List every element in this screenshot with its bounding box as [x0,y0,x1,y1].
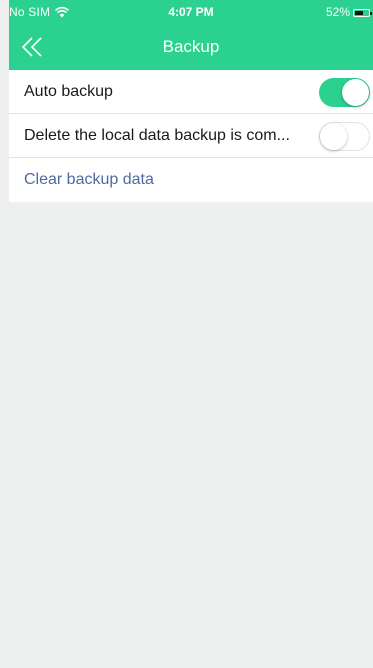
delete-local-backup-row: Delete the local data backup is com... [9,114,373,158]
clear-backup-row[interactable]: Clear backup data [9,158,373,202]
status-time: 4:07 PM [168,5,214,19]
battery-indicator: 52% [326,0,373,24]
status-bar: No SIM 4:07 PM 52% [9,0,373,24]
page-title: Backup [162,37,220,56]
delete-local-backup-label: Delete the local data backup is com... [24,127,290,144]
settings-list: Auto backup Delete the local data backup… [9,70,373,202]
auto-backup-toggle[interactable] [319,78,370,107]
clear-backup-data-link[interactable]: Clear backup data [24,158,154,202]
header: No SIM 4:07 PM 52% Backup [9,0,373,70]
backup-screen: No SIM 4:07 PM 52% Backup Auto backup De… [0,0,373,668]
empty-content-area [9,202,373,668]
toggle-knob [342,79,369,106]
auto-backup-row: Auto backup [9,70,373,114]
auto-backup-label: Auto backup [24,83,113,100]
battery-percent: 52% [325,5,350,19]
delete-local-backup-toggle[interactable] [319,122,370,151]
battery-icon [353,8,372,17]
toggle-knob [320,123,347,150]
nav-bar: Backup [9,24,373,70]
